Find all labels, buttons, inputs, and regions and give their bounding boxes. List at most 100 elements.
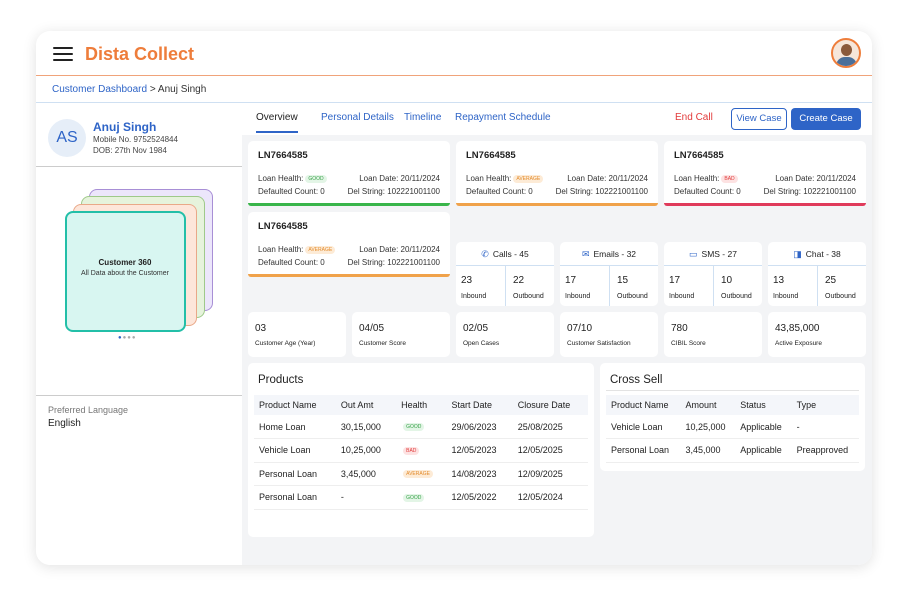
breadcrumb-separator: > xyxy=(147,84,158,95)
table-cell: 30,15,000 xyxy=(335,415,397,439)
inbound-label: Inbound xyxy=(669,293,695,300)
loan-card[interactable]: LN7664585 Loan Health: BAD Loan Date: 20/11… xyxy=(664,141,866,206)
outbound-label: Outbound xyxy=(721,293,752,300)
table-row[interactable]: Personal Loan - GOOD 12/05/2022 12/05/2024 xyxy=(254,485,588,510)
outbound-count: 22 xyxy=(513,275,525,286)
carousel-dots[interactable]: ●●●● xyxy=(118,335,137,341)
table-row[interactable]: Home Loan 30,15,000 GOOD 29/06/2023 25/08/20… xyxy=(254,415,588,439)
preferred-language-label: Preferred Language xyxy=(48,405,129,415)
table-cell: - xyxy=(791,415,859,439)
table-row[interactable]: Vehicle Loan 10,25,000 BAD 12/05/2023 12/05/… xyxy=(254,438,588,463)
health-badge: AVERAGE xyxy=(305,245,336,254)
divider xyxy=(817,266,818,306)
metric-label: Open Cases xyxy=(463,340,500,347)
products-table: Product Name Out Amt Health Start Date Closu… xyxy=(254,395,588,510)
metric-value: 780 xyxy=(671,323,688,334)
channel-header: ▭ SMS - 27 xyxy=(664,242,762,266)
health-badge: GOOD xyxy=(403,423,425,432)
metric-card: 43,85,000 Active Exposure xyxy=(768,312,866,357)
channel-card[interactable]: ✉ Emails - 32 17 15 Inbound Outbound xyxy=(560,242,658,306)
user-avatar[interactable] xyxy=(831,38,861,68)
table-header: Out Amt xyxy=(335,395,397,415)
tab-overview[interactable]: Overview xyxy=(256,112,298,133)
table-header: Closure Date xyxy=(512,395,588,415)
metric-card: 07/10 Customer Satisfaction xyxy=(560,312,658,357)
table-cell: Personal Loan xyxy=(254,485,336,510)
breadcrumb-link-customer-dashboard[interactable]: Customer Dashboard xyxy=(52,84,147,95)
metric-value: 02/05 xyxy=(463,323,489,334)
create-case-button[interactable]: Create Case xyxy=(791,108,861,130)
channel-card[interactable]: ◨ Chat - 38 13 25 Inbound Outbound xyxy=(768,242,866,306)
loan-id: LN7664585 xyxy=(466,150,516,161)
metric-card: 02/05 Open Cases xyxy=(456,312,554,357)
chat-icon: ◨ xyxy=(793,249,802,259)
table-header: Amount xyxy=(680,395,736,415)
loan-card[interactable]: LN7664585 Loan Health: GOOD Loan Date: 20/1… xyxy=(248,141,450,206)
table-cell: 12/05/2024 xyxy=(512,485,588,510)
table-row[interactable]: Personal Loan 3,45,000 Applicable Preapprov… xyxy=(606,438,859,463)
defaulted-count: Defaulted Count: 0 xyxy=(466,187,533,196)
channel-card[interactable]: ✆ Calls - 45 23 22 Inbound Outbound xyxy=(456,242,554,306)
metric-label: Active Exposure xyxy=(775,340,822,347)
table-cell: 12/05/2025 xyxy=(512,438,588,463)
metric-label: Customer Age (Year) xyxy=(255,340,316,347)
metric-value: 03 xyxy=(255,323,267,334)
table-cell: 12/05/2023 xyxy=(446,438,513,463)
inbound-count: 17 xyxy=(565,275,577,286)
tab-repayment-schedule[interactable]: Repayment Schedule xyxy=(455,112,551,123)
health-badge: GOOD xyxy=(305,174,327,183)
table-cell: Vehicle Loan xyxy=(606,415,681,439)
tab-timeline[interactable]: Timeline xyxy=(404,112,441,123)
health-badge: AVERAGE xyxy=(513,174,544,183)
table-row[interactable]: Vehicle Loan 10,25,000 Applicable - xyxy=(606,415,859,439)
loan-date: Loan Date: 20/11/2024 xyxy=(359,174,440,183)
tab-personal-details[interactable]: Personal Details xyxy=(321,112,394,123)
inbound-count: 17 xyxy=(669,275,681,286)
loan-card[interactable]: LN7664585 Loan Health: AVERAGE Loan Date: 2… xyxy=(456,141,658,206)
end-call-button[interactable]: End Call xyxy=(675,112,713,123)
del-string: Del String: 102221001100 xyxy=(347,187,440,196)
loan-health: Loan Health: GOOD xyxy=(258,174,327,183)
loan-card[interactable]: LN7664585 Loan Health: AVERAGE Loan Date: 2… xyxy=(248,212,450,277)
loan-id: LN7664585 xyxy=(258,150,308,161)
inbound-label: Inbound xyxy=(565,293,591,300)
loan-health: Loan Health: AVERAGE xyxy=(258,245,336,254)
main-content: Overview Personal Details Timeline Repay… xyxy=(242,103,872,565)
channel-card[interactable]: ▭ SMS - 27 17 10 Inbound Outbound xyxy=(664,242,762,306)
loan-date: Loan Date: 20/11/2024 xyxy=(567,174,648,183)
table-cell: 29/06/2023 xyxy=(446,415,513,439)
customer-avatar: AS xyxy=(48,119,86,157)
channel-header: ◨ Chat - 38 xyxy=(768,242,866,266)
del-string: Del String: 102221001100 xyxy=(555,187,648,196)
view-case-button[interactable]: View Case xyxy=(731,108,787,130)
loan-health-label: Loan Health: xyxy=(674,174,720,183)
defaulted-count: Defaulted Count: 0 xyxy=(674,187,741,196)
loan-health-bar xyxy=(664,203,866,206)
defaulted-count: Defaulted Count: 0 xyxy=(258,187,325,196)
products-title: Products xyxy=(258,374,304,386)
table-row[interactable]: Personal Loan 3,45,000 AVERAGE 14/08/2023 12… xyxy=(254,462,588,486)
del-string: Del String: 102221001100 xyxy=(347,258,440,267)
outbound-count: 25 xyxy=(825,275,837,286)
email-icon: ✉ xyxy=(581,249,590,259)
customer-sidebar: AS Anuj Singh Mobile No. 9752524844 DOB:… xyxy=(36,103,242,565)
table-cell: BAD xyxy=(396,438,447,463)
table-cell: Vehicle Loan xyxy=(254,438,336,463)
breadcrumb-current: Anuj Singh xyxy=(157,84,207,95)
loan-date: Loan Date: 20/11/2024 xyxy=(359,245,440,254)
channel-header: ✆ Calls - 45 xyxy=(456,242,554,266)
phone-icon: ✆ xyxy=(481,249,489,259)
metric-value: 43,85,000 xyxy=(775,323,820,334)
channel-label: Emails - 32 xyxy=(593,249,637,259)
customer-name[interactable]: Anuj Singh xyxy=(93,120,156,134)
table-cell: AVERAGE xyxy=(396,462,447,486)
hamburger-menu-icon[interactable] xyxy=(53,47,73,61)
channel-header: ✉ Emails - 32 xyxy=(560,242,658,266)
table-cell: - xyxy=(335,485,397,510)
table-cell: 12/05/2022 xyxy=(446,485,513,510)
top-bar: Dista Collect xyxy=(36,31,872,76)
sms-icon: ▭ xyxy=(689,249,698,259)
cross-sell-title: Cross Sell xyxy=(610,374,663,386)
app-window: Dista Collect Customer Dashboard > Anuj … xyxy=(36,31,872,565)
cross-sell-table: Product Name Amount Status Type Vehicle Loa… xyxy=(606,395,859,463)
